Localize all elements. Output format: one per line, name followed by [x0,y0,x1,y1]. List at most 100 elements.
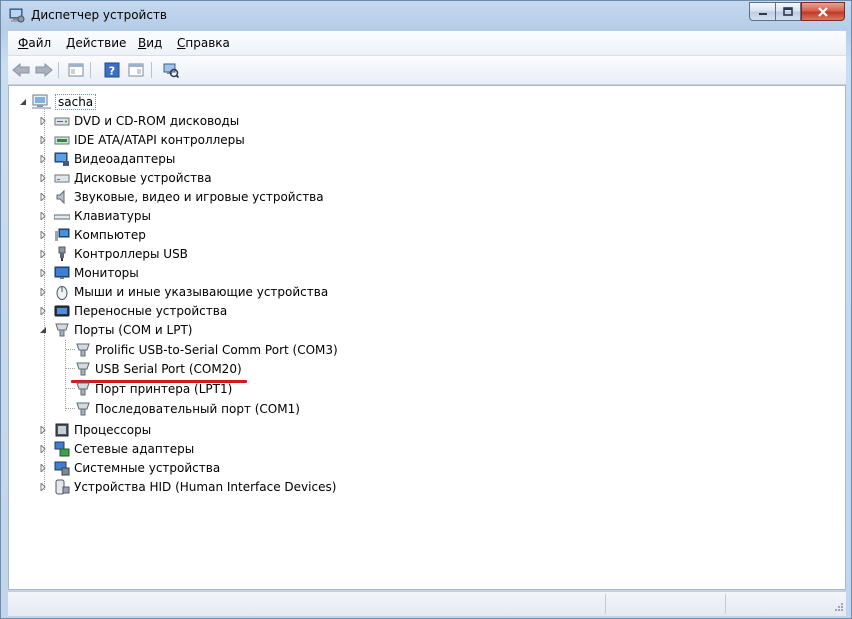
tree-item-sound[interactable]: Звуковые, видео и игровые устройства [39,187,324,206]
help-icon: ? [104,62,120,78]
caption-buttons [749,2,845,21]
tree-item-label: Компьютер [74,227,146,242]
scan-hardware-button[interactable] [160,60,180,80]
console-tree-button[interactable] [66,60,86,80]
back-button[interactable] [11,60,31,80]
expand-triangle-icon[interactable] [39,135,47,144]
tree-item-label: DVD и CD-ROM дисководы [74,113,240,128]
tree-item-network[interactable]: Сетевые адаптеры [39,439,194,458]
system-device-icon [54,460,70,476]
tree-item-system[interactable]: Системные устройства [39,458,220,477]
tree-item-computer[interactable]: Компьютер [39,225,146,244]
tree-item-label: Системные устройства [74,460,221,475]
tree-item-lpt-port[interactable]: Порт принтера (LPT1) [75,379,232,398]
port-connector-icon [75,401,91,417]
expand-triangle-icon[interactable] [39,154,47,163]
status-bar [8,591,846,616]
maximize-button[interactable] [775,2,801,21]
show-hide-console-tree-icon [68,63,84,77]
video-adapter-icon [54,151,70,167]
expand-triangle-icon[interactable] [39,444,47,453]
tree-item-dvd[interactable]: DVD и CD-ROM дисководы [39,111,239,130]
tree-item-video[interactable]: Видеоадаптеры [39,149,175,168]
tree-item-label: Мыши и иные указывающие устройства [74,284,329,299]
tree-item-label: Порты (COM и LPT) [74,322,193,337]
title-bar[interactable]: Диспетчер устройств [1,1,851,31]
menu-action-accel: Д [66,36,76,50]
expand-triangle-icon[interactable] [39,211,47,220]
expand-triangle-icon[interactable] [39,192,47,201]
menu-view[interactable]: Вид [138,36,162,50]
keyboard-icon [53,208,71,224]
expand-triangle-icon[interactable] [39,249,47,258]
tree-guide-line [66,388,75,389]
scan-hardware-icon [163,63,179,78]
minimize-button[interactable] [749,2,775,21]
tree-item-ports[interactable]: Порты (COM и LPT) [39,320,192,339]
tree-item-usb[interactable]: Контроллеры USB [39,244,188,263]
expand-triangle-icon[interactable] [39,482,47,491]
tree-item-label: USB Serial Port (COM20) [95,361,242,376]
tree-item-cpu[interactable]: Процессоры [39,420,151,439]
properties-button[interactable] [126,60,146,80]
toolbar-separator [151,62,152,78]
help-button[interactable]: ? [102,60,122,80]
collapse-triangle-icon[interactable] [19,98,27,106]
expand-triangle-icon[interactable] [39,425,47,434]
tree-item-com1-port[interactable]: Последовательный порт (COM1) [75,399,300,418]
speaker-icon [54,189,70,205]
tree-guide-line [66,349,75,350]
tree-item-keyboard[interactable]: Клавиатуры [39,206,151,225]
device-manager-app-icon[interactable] [9,8,25,23]
tree-item-label: Контроллеры USB [74,246,188,261]
expand-triangle-icon[interactable] [39,230,47,239]
processor-icon [54,422,70,438]
tree-item-label: Переносные устройства [74,303,228,318]
tree-item-label: Звуковые, видео и игровые устройства [74,189,324,204]
tree-item-hid[interactable]: Устройства HID (Human Interface Devices) [39,477,336,496]
tree-item-ide[interactable]: IDE ATA/ATAPI контроллеры [39,130,245,149]
menu-bar: Файл Действие Вид Справка [8,31,846,56]
device-manager-window: Диспетчер устройств Файл Действие Вид Сп… [0,0,852,619]
menu-file[interactable]: Файл [18,36,51,50]
properties-icon [128,63,144,77]
maximize-icon [783,7,793,16]
tree-item-mice[interactable]: Мыши и иные указывающие устройства [39,282,328,301]
expand-triangle-icon[interactable] [39,173,47,182]
tree-item-monitors[interactable]: Мониторы [39,263,139,282]
collapse-triangle-icon[interactable] [39,326,47,334]
expand-triangle-icon[interactable] [39,268,47,277]
port-connector-icon [75,361,91,377]
tree-item-prolific-port[interactable]: Prolific USB-to-Serial Comm Port (COM3) [75,340,338,359]
status-pane [605,594,726,614]
menu-help-label: правка [185,36,230,50]
ide-controller-icon [54,132,70,148]
menu-help[interactable]: Справка [177,36,230,50]
menu-action-label: ействие [75,36,127,50]
network-adapter-icon [54,441,70,457]
tree-item-label: Prolific USB-to-Serial Comm Port (COM3) [95,342,338,357]
tree-item-disk[interactable]: Дисковые устройства [39,168,212,187]
tree-item-label: IDE ATA/ATAPI контроллеры [74,132,245,147]
tree-item-label: Мониторы [74,265,139,280]
expand-triangle-icon[interactable] [39,287,47,296]
tree-item-label: Процессоры [74,422,152,437]
tree-item-label: Дисковые устройства [74,170,212,185]
tree-root[interactable]: sacha [19,92,97,111]
svg-text:?: ? [109,65,115,78]
menu-file-label: айл [28,36,52,50]
computer-icon [31,94,51,110]
menu-action[interactable]: Действие [66,36,126,50]
device-tree[interactable]: sacha DVD и CD-ROM дисководы IDE ATA/ATA… [8,85,846,590]
tree-item-usb-serial-port[interactable]: USB Serial Port (COM20) [75,359,242,378]
forward-button[interactable] [34,60,54,80]
expand-triangle-icon[interactable] [39,116,47,125]
tree-item-label: Устройства HID (Human Interface Devices) [74,479,337,494]
menu-view-label: ид [146,36,163,50]
expand-triangle-icon[interactable] [39,306,47,315]
tree-item-portable[interactable]: Переносные устройства [39,301,227,320]
dvd-drive-icon [54,113,70,129]
close-button[interactable] [801,2,845,21]
expand-triangle-icon[interactable] [39,463,47,472]
resize-grip-icon[interactable] [832,602,844,614]
